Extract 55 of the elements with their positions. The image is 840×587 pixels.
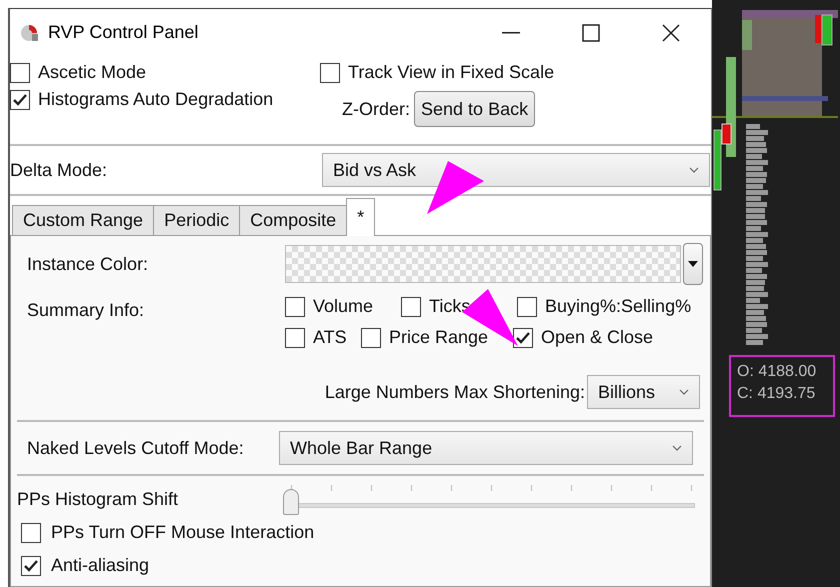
checkbox[interactable] bbox=[285, 296, 305, 316]
checkmark-icon bbox=[24, 560, 38, 572]
tab[interactable]: * bbox=[346, 198, 376, 236]
z-order-label: Z-Order: bbox=[342, 98, 410, 120]
tab[interactable]: Composite bbox=[239, 205, 348, 236]
price-text: C: 4193.75 bbox=[737, 385, 816, 403]
checkbox-label: Ascetic Mode bbox=[38, 62, 146, 83]
app-logo-icon bbox=[20, 22, 40, 42]
checkbox[interactable] bbox=[513, 328, 533, 348]
checkmark-icon bbox=[13, 94, 27, 106]
checkbox[interactable] bbox=[21, 556, 41, 576]
checkbox-label: Price Range bbox=[389, 327, 488, 348]
color-dropdown-button[interactable] bbox=[683, 243, 703, 285]
checkbox-label: Open & Close bbox=[541, 327, 654, 348]
minimize-icon bbox=[502, 32, 520, 34]
tab[interactable]: Custom Range bbox=[12, 205, 154, 236]
delta-mode-label: Delta Mode: bbox=[10, 160, 108, 180]
color-swatch[interactable] bbox=[285, 245, 681, 283]
checkbox[interactable] bbox=[517, 296, 537, 316]
chevron-down-icon bbox=[689, 167, 699, 173]
checkbox-label: Histograms Auto Degradation bbox=[38, 89, 274, 110]
chevron-down-icon bbox=[679, 389, 689, 395]
naked-levels-label: Naked Levels Cutoff Mode: bbox=[26, 438, 245, 458]
checkmark-icon bbox=[516, 332, 530, 344]
window-title: RVP Control Panel bbox=[48, 22, 200, 43]
summary-info-label: Summary Info: bbox=[26, 299, 146, 321]
instance-color-label: Instance Color: bbox=[26, 254, 150, 274]
shortening-dropdown[interactable]: Billions bbox=[587, 375, 700, 409]
slider-thumb[interactable] bbox=[283, 489, 299, 515]
checkbox-label: Track View in Fixed Scale bbox=[348, 62, 554, 83]
checkbox[interactable] bbox=[361, 328, 381, 348]
checkbox-label: Buying%:Selling% bbox=[545, 296, 692, 317]
checkbox[interactable] bbox=[320, 62, 340, 82]
checkbox[interactable] bbox=[21, 522, 41, 542]
candle bbox=[742, 20, 752, 50]
tab[interactable]: Periodic bbox=[153, 205, 240, 236]
checkbox[interactable] bbox=[285, 328, 305, 348]
annotation-arrow bbox=[427, 161, 484, 214]
checkbox-label: Anti-aliasing bbox=[51, 555, 150, 576]
caret-icon bbox=[688, 261, 698, 267]
checkbox-label: PPs Turn OFF Mouse Interaction bbox=[51, 522, 314, 543]
close-icon bbox=[662, 24, 680, 42]
maximize-icon bbox=[582, 24, 600, 42]
checkbox[interactable] bbox=[401, 296, 421, 316]
delta-mode-dropdown[interactable]: Bid vs Ask bbox=[322, 153, 710, 187]
large-numbers-label: Large Numbers Max Shortening: bbox=[324, 382, 585, 402]
checkbox-label: Volume bbox=[313, 296, 374, 317]
send-to-back-button[interactable]: Send to Back bbox=[414, 91, 536, 127]
checkbox[interactable] bbox=[10, 62, 30, 82]
checkbox[interactable] bbox=[10, 90, 30, 110]
chevron-down-icon bbox=[672, 445, 682, 451]
naked-levels-dropdown[interactable]: Whole Bar Range bbox=[279, 431, 693, 465]
checkbox-label: ATS bbox=[313, 327, 347, 348]
price-text: O: 4188.00 bbox=[737, 363, 818, 381]
histogram-shift-label: PPs Histogram Shift bbox=[17, 488, 180, 510]
